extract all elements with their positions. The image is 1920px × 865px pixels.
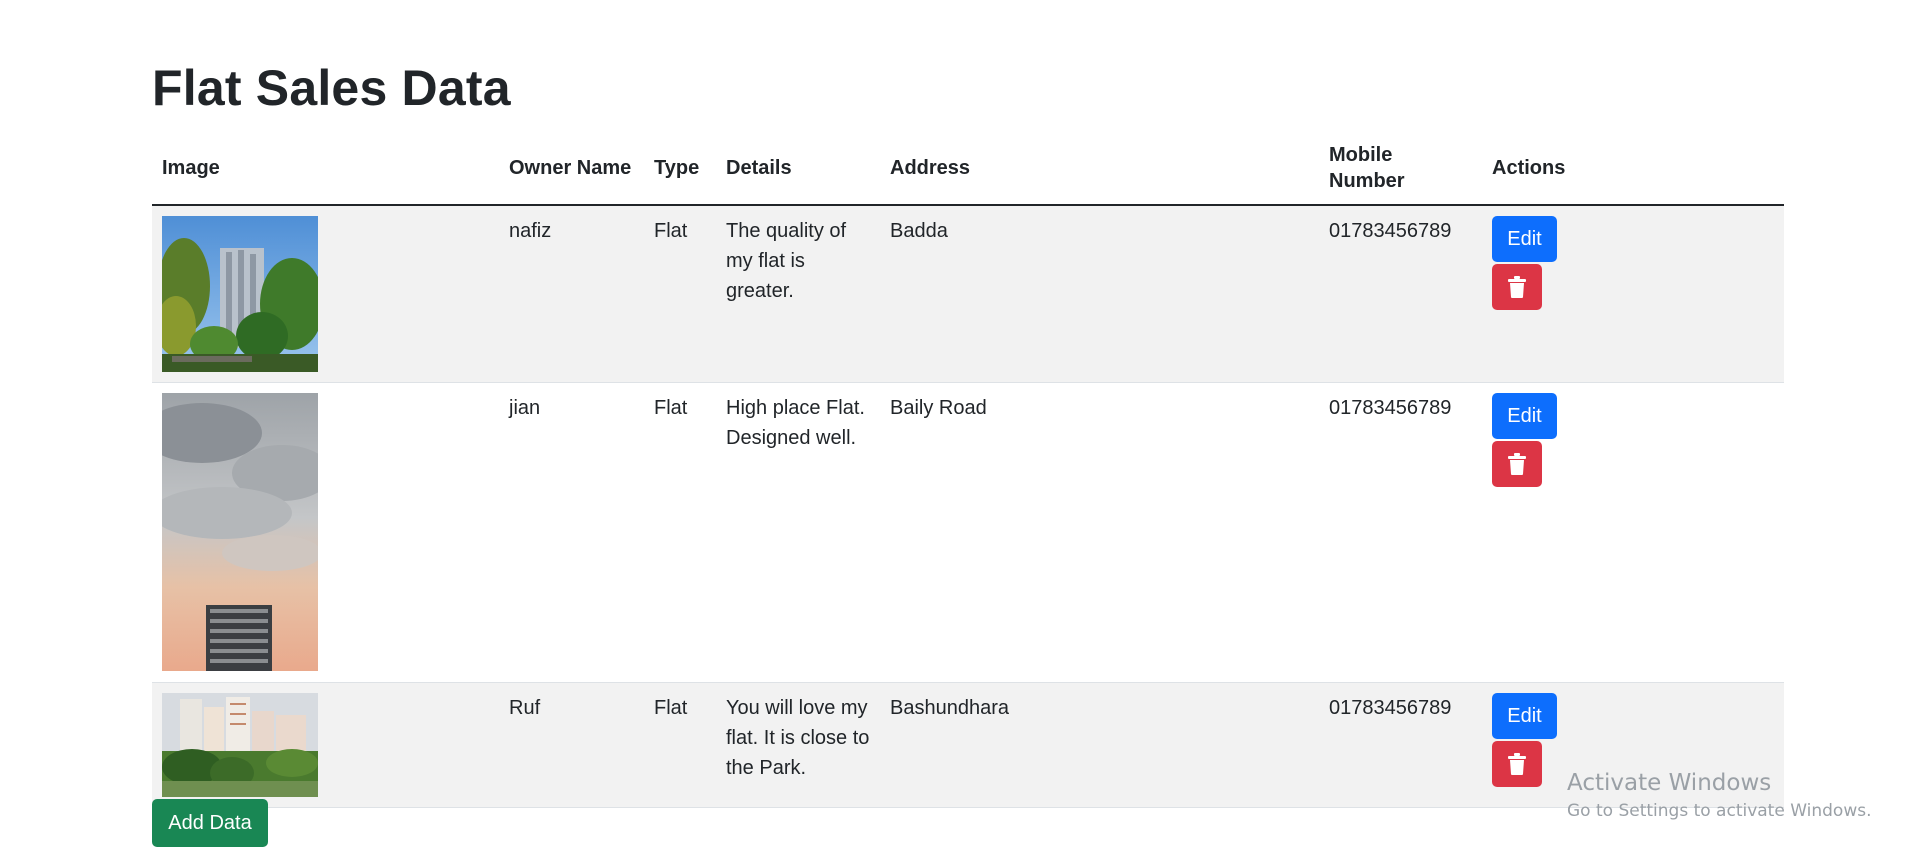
address-cell: Badda	[880, 205, 1319, 383]
add-data-button[interactable]: Add Data	[152, 799, 268, 847]
header-details: Details	[716, 132, 880, 206]
actions-cell: Edit	[1482, 205, 1784, 383]
details-cell: You will love my flat. It is close to th…	[716, 682, 880, 808]
image-cell	[152, 382, 499, 683]
apartment-tower-trees-photo	[162, 216, 318, 372]
table-row: Ruf Flat You will love my flat. It is cl…	[152, 682, 1784, 808]
edit-button[interactable]: Edit	[1492, 216, 1557, 262]
details-cell: The quality of my flat is greater.	[716, 205, 880, 383]
header-address: Address	[880, 132, 1319, 206]
flat-sales-table: Image Owner Name Type Details Address Mo…	[152, 132, 1784, 808]
delete-button[interactable]	[1492, 741, 1542, 787]
trash-icon	[1508, 276, 1526, 298]
table-header: Image Owner Name Type Details Address Mo…	[152, 132, 1784, 206]
type-cell: Flat	[644, 205, 716, 383]
owner-name-cell: jian	[499, 382, 644, 683]
header-type: Type	[644, 132, 716, 206]
edit-button[interactable]: Edit	[1492, 693, 1557, 739]
header-row: Image Owner Name Type Details Address Mo…	[152, 132, 1784, 206]
address-cell: Bashundhara	[880, 682, 1319, 808]
type-cell: Flat	[644, 682, 716, 808]
delete-button[interactable]	[1492, 264, 1542, 310]
activate-windows-watermark: Activate Windows Go to Settings to activ…	[1567, 768, 1872, 824]
trash-icon	[1508, 753, 1526, 775]
page-title: Flat Sales Data	[152, 60, 511, 116]
header-actions: Actions	[1482, 132, 1784, 206]
watermark-subtitle: Go to Settings to activate Windows.	[1567, 801, 1872, 821]
address-cell: Baily Road	[880, 382, 1319, 683]
details-cell: High place Flat. Designed well.	[716, 382, 880, 683]
actions-cell: Edit	[1482, 382, 1784, 683]
delete-button[interactable]	[1492, 441, 1542, 487]
header-owner-name: Owner Name	[499, 132, 644, 206]
edit-button[interactable]: Edit	[1492, 393, 1557, 439]
type-cell: Flat	[644, 382, 716, 683]
page: Flat Sales Data Image Owner Name Type De…	[0, 0, 1920, 865]
owner-name-cell: nafiz	[499, 205, 644, 383]
table-row: nafiz Flat The quality of my flat is gre…	[152, 205, 1784, 383]
apartment-complex-park-photo	[162, 693, 318, 797]
image-cell	[152, 205, 499, 383]
mobile-number-cell: 01783456789	[1319, 205, 1482, 383]
mobile-number-cell: 01783456789	[1319, 382, 1482, 683]
table-body: nafiz Flat The quality of my flat is gre…	[152, 205, 1784, 808]
mobile-number-cell: 01783456789	[1319, 682, 1482, 808]
cloudy-sky-highrise-photo	[162, 393, 318, 671]
table-row: jian Flat High place Flat. Designed well…	[152, 382, 1784, 683]
watermark-title: Activate Windows	[1567, 770, 1772, 796]
header-image: Image	[152, 132, 499, 206]
image-cell	[152, 682, 499, 808]
header-mobile-number: Mobile Number	[1319, 132, 1482, 206]
trash-icon	[1508, 453, 1526, 475]
owner-name-cell: Ruf	[499, 682, 644, 808]
